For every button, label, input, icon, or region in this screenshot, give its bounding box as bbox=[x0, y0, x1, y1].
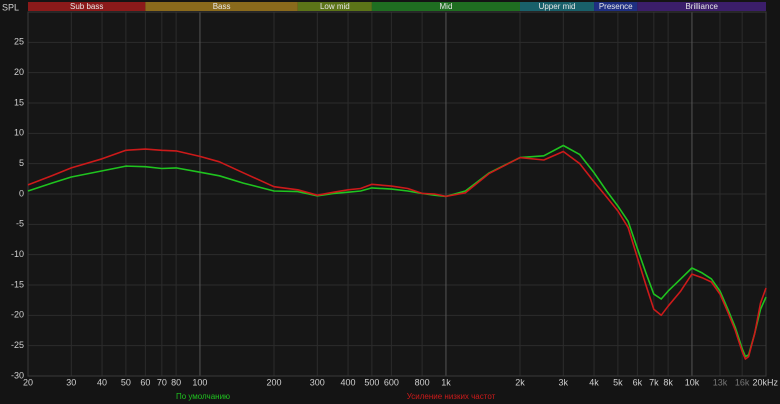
y-tick-label: 20 bbox=[14, 67, 24, 77]
y-tick-label: 25 bbox=[14, 37, 24, 47]
legend-entry: Усиление низких частот bbox=[407, 392, 496, 401]
band-label: Bass bbox=[213, 2, 231, 11]
y-tick-label: 15 bbox=[14, 97, 24, 107]
x-tick-label: 40 bbox=[97, 377, 107, 387]
x-tick-label: 800 bbox=[415, 377, 430, 387]
x-tick-label: 1k bbox=[441, 377, 451, 387]
x-tick-label: 80 bbox=[171, 377, 181, 387]
y-tick-label: 10 bbox=[14, 128, 24, 138]
y-tick-label: 5 bbox=[19, 158, 24, 168]
x-tick-label: 10k bbox=[685, 377, 700, 387]
band-label: Brilliance bbox=[685, 2, 718, 11]
y-tick-label: -10 bbox=[11, 249, 24, 259]
x-tick-label: 8k bbox=[663, 377, 673, 387]
x-tick-label: 400 bbox=[341, 377, 356, 387]
legend: По умолчанию Усиление низких частот bbox=[176, 392, 496, 401]
x-tick-label: 600 bbox=[384, 377, 399, 387]
x-tick-label: 200 bbox=[266, 377, 281, 387]
x-tick-label: 30 bbox=[66, 377, 76, 387]
y-tick-label: -5 bbox=[16, 219, 24, 229]
band-label: Mid bbox=[440, 2, 453, 11]
x-tick-label: 300 bbox=[310, 377, 325, 387]
x-tick-label: 2k bbox=[515, 377, 525, 387]
x-tick-label: 100 bbox=[192, 377, 207, 387]
legend-entry: По умолчанию bbox=[176, 392, 230, 401]
frequency-band-bar: Sub bass Bass Low mid Mid Upper mid Presence B… bbox=[28, 2, 766, 11]
y-tick-labels: 2520151050-5-10-15-20-25-30 bbox=[11, 37, 24, 381]
x-tick-label: 16k bbox=[735, 377, 750, 387]
x-tick-label: 4k bbox=[589, 377, 599, 387]
y-tick-label: -15 bbox=[11, 279, 24, 289]
x-tick-label: 20kHz bbox=[752, 377, 778, 387]
x-tick-label: 5k bbox=[613, 377, 623, 387]
y-tick-label: -20 bbox=[11, 310, 24, 320]
y-tick-label: 0 bbox=[19, 188, 24, 198]
x-tick-label: 70 bbox=[157, 377, 167, 387]
x-tick-label: 60 bbox=[140, 377, 150, 387]
frequency-response-chart: Sub bass Bass Low mid Mid Upper mid Presence B… bbox=[2, 2, 779, 401]
x-tick-label: 7k bbox=[649, 377, 659, 387]
x-tick-label: 13k bbox=[713, 377, 728, 387]
y-axis-label: SPL bbox=[2, 2, 19, 12]
x-tick-label: 6k bbox=[633, 377, 643, 387]
x-tick-label: 500 bbox=[364, 377, 379, 387]
x-tick-label: 3k bbox=[559, 377, 569, 387]
band-label: Upper mid bbox=[539, 2, 576, 11]
band-label: Low mid bbox=[320, 2, 350, 11]
x-tick-labels: 20 30 40 50 60 70 80 100 200 300 400 500 600 800 1k 2k 3… bbox=[23, 377, 779, 387]
x-tick-label: 20 bbox=[23, 377, 33, 387]
x-tick-label: 50 bbox=[121, 377, 131, 387]
y-tick-label: -25 bbox=[11, 340, 24, 350]
band-label: Sub bass bbox=[70, 2, 103, 11]
band-label: Presence bbox=[599, 2, 633, 11]
